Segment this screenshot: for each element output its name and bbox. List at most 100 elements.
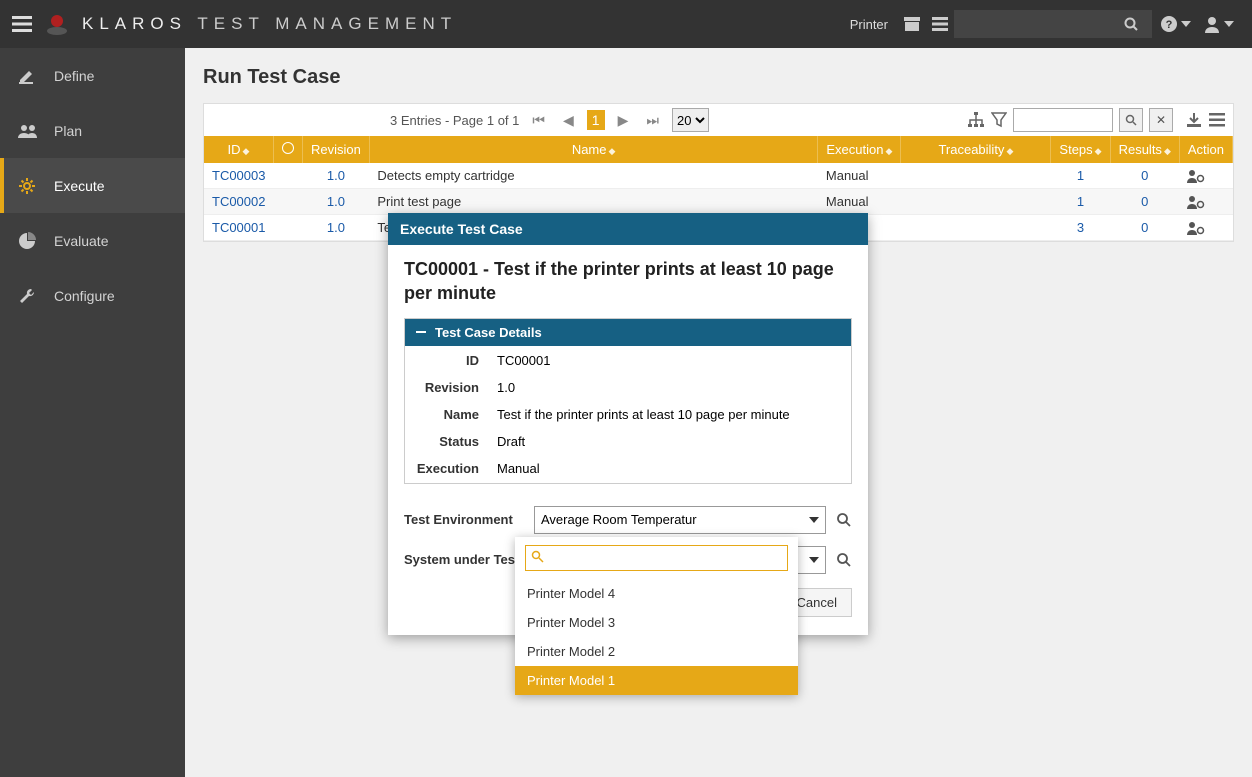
detail-name-label: Name — [407, 402, 487, 427]
col-action: Action — [1179, 136, 1232, 163]
download-icon[interactable] — [1185, 112, 1203, 128]
detail-exec-value: Manual — [489, 456, 849, 481]
sidebar: Define Plan Execute Evaluate Configure — [0, 48, 185, 777]
details-header[interactable]: Test Case Details — [405, 319, 851, 346]
page-title: Run Test Case — [203, 66, 1234, 89]
clear-filter-button[interactable]: ✕ — [1149, 108, 1173, 132]
test-environment-label: Test Environment — [404, 512, 524, 527]
col-id[interactable]: ID◆ — [204, 136, 273, 163]
steps-link[interactable]: 1 — [1077, 168, 1084, 183]
col-steps[interactable]: Steps◆ — [1051, 136, 1110, 163]
menu-icon[interactable] — [12, 16, 32, 32]
first-page-button[interactable]: ⏮ — [527, 110, 550, 131]
chevron-down-icon — [809, 517, 819, 523]
table-filter-input[interactable] — [1013, 108, 1113, 132]
chevron-down-icon[interactable] — [1181, 21, 1191, 27]
search-icon — [531, 550, 544, 563]
results-link[interactable]: 0 — [1141, 194, 1148, 209]
tree-icon[interactable] — [967, 112, 985, 128]
archive-icon[interactable] — [904, 17, 920, 31]
revision-link[interactable]: 1.0 — [327, 168, 345, 183]
results-link[interactable]: 0 — [1141, 220, 1148, 235]
sidebar-item-evaluate[interactable]: Evaluate — [0, 213, 185, 268]
page-number-button[interactable]: 1 — [587, 110, 605, 130]
dialog-title: TC00001 - Test if the printer prints at … — [404, 257, 852, 306]
dropdown-search-input[interactable] — [525, 545, 788, 571]
detail-id-value: TC00001 — [489, 348, 849, 373]
global-search-button[interactable] — [1124, 10, 1152, 38]
detail-status-value: Draft — [489, 429, 849, 454]
dropdown-option[interactable]: Printer Model 2 — [515, 637, 798, 666]
test-environment-select[interactable]: Average Room Temperatur — [534, 506, 826, 534]
sidebar-item-label: Evaluate — [54, 233, 108, 249]
dialog-header: Execute Test Case — [388, 213, 868, 245]
detail-id-label: ID — [407, 348, 487, 373]
pager: 3 Entries - Page 1 of 1 ⏮ ◀ 1 ▶ ⏭ 20 — [390, 108, 709, 132]
col-revision[interactable]: Revision — [302, 136, 369, 163]
revision-link[interactable]: 1.0 — [327, 194, 345, 209]
sidebar-item-label: Plan — [54, 123, 82, 139]
steps-link[interactable]: 1 — [1077, 194, 1084, 209]
execution-type: Manual — [818, 163, 901, 189]
page-size-select[interactable]: 20 — [672, 108, 709, 132]
next-page-button[interactable]: ▶ — [613, 110, 634, 131]
context-label: Printer — [850, 17, 888, 32]
pager-info-text: 3 Entries - Page 1 of 1 — [390, 113, 519, 128]
detail-status-label: Status — [407, 429, 487, 454]
edit-icon — [18, 67, 40, 85]
col-execution[interactable]: Execution◆ — [818, 136, 901, 163]
filter-icon[interactable] — [991, 112, 1007, 128]
sidebar-item-configure[interactable]: Configure — [0, 268, 185, 323]
col-name[interactable]: Name◆ — [369, 136, 818, 163]
gear-icon — [18, 177, 40, 195]
table-search-button[interactable] — [1119, 108, 1143, 132]
svg-text:?: ? — [1166, 19, 1173, 31]
col-traceability[interactable]: Traceability◆ — [901, 136, 1051, 163]
chevron-down-icon[interactable] — [1224, 21, 1234, 27]
user-icon[interactable] — [1203, 15, 1221, 33]
app-name-strong: KLAROS — [82, 14, 187, 33]
dropdown-option[interactable]: Printer Model 1 — [515, 666, 798, 695]
detail-rev-label: Revision — [407, 375, 487, 400]
results-link[interactable]: 0 — [1141, 168, 1148, 183]
sidebar-item-execute[interactable]: Execute — [0, 158, 185, 213]
sidebar-item-plan[interactable]: Plan — [0, 103, 185, 158]
menu-icon[interactable] — [1209, 113, 1225, 127]
test-case-details-panel: Test Case Details IDTC00001 Revision1.0 … — [404, 318, 852, 484]
help-icon[interactable]: ? — [1160, 15, 1178, 33]
revision-link[interactable]: 1.0 — [327, 220, 345, 235]
app-header: KLAROS TEST MANAGEMENT Printer ? — [0, 0, 1252, 48]
app-name-light: TEST MANAGEMENT — [197, 14, 457, 33]
table-row: TC00003 1.0 Detects empty cartridgeManual 1… — [204, 163, 1233, 189]
last-page-button[interactable]: ⏭ — [641, 110, 664, 131]
sidebar-item-label: Define — [54, 68, 94, 84]
app-logo-icon — [44, 11, 70, 37]
dropdown-option[interactable]: Printer Model 4 — [515, 579, 798, 608]
global-search-input[interactable] — [954, 10, 1124, 38]
detail-rev-value: 1.0 — [489, 375, 849, 400]
wrench-icon — [18, 287, 40, 305]
search-icon[interactable] — [836, 512, 852, 528]
test-id-link[interactable]: TC00003 — [212, 168, 265, 183]
run-action-icon[interactable] — [1187, 169, 1224, 183]
col-results[interactable]: Results◆ — [1110, 136, 1179, 163]
test-name: Detects empty cartridge — [369, 163, 818, 189]
search-icon[interactable] — [836, 552, 852, 568]
col-info[interactable] — [273, 136, 302, 163]
run-action-icon[interactable] — [1187, 195, 1224, 209]
test-id-link[interactable]: TC00001 — [212, 220, 265, 235]
sidebar-item-label: Execute — [54, 178, 105, 194]
chart-icon — [18, 232, 40, 250]
sidebar-item-define[interactable]: Define — [0, 48, 185, 103]
toolbar-right: ✕ — [967, 108, 1225, 132]
detail-exec-label: Execution — [407, 456, 487, 481]
table-row: TC000021.0Print test pageManual10 — [204, 189, 1233, 215]
run-action-icon[interactable] — [1187, 221, 1224, 235]
collapse-icon — [415, 326, 427, 338]
list-icon[interactable] — [932, 17, 948, 31]
test-id-link[interactable]: TC00002 — [212, 194, 265, 209]
dropdown-option[interactable]: Printer Model 3 — [515, 608, 798, 637]
steps-link[interactable]: 3 — [1077, 220, 1084, 235]
prev-page-button[interactable]: ◀ — [558, 110, 579, 131]
execution-type: Manual — [818, 189, 901, 215]
